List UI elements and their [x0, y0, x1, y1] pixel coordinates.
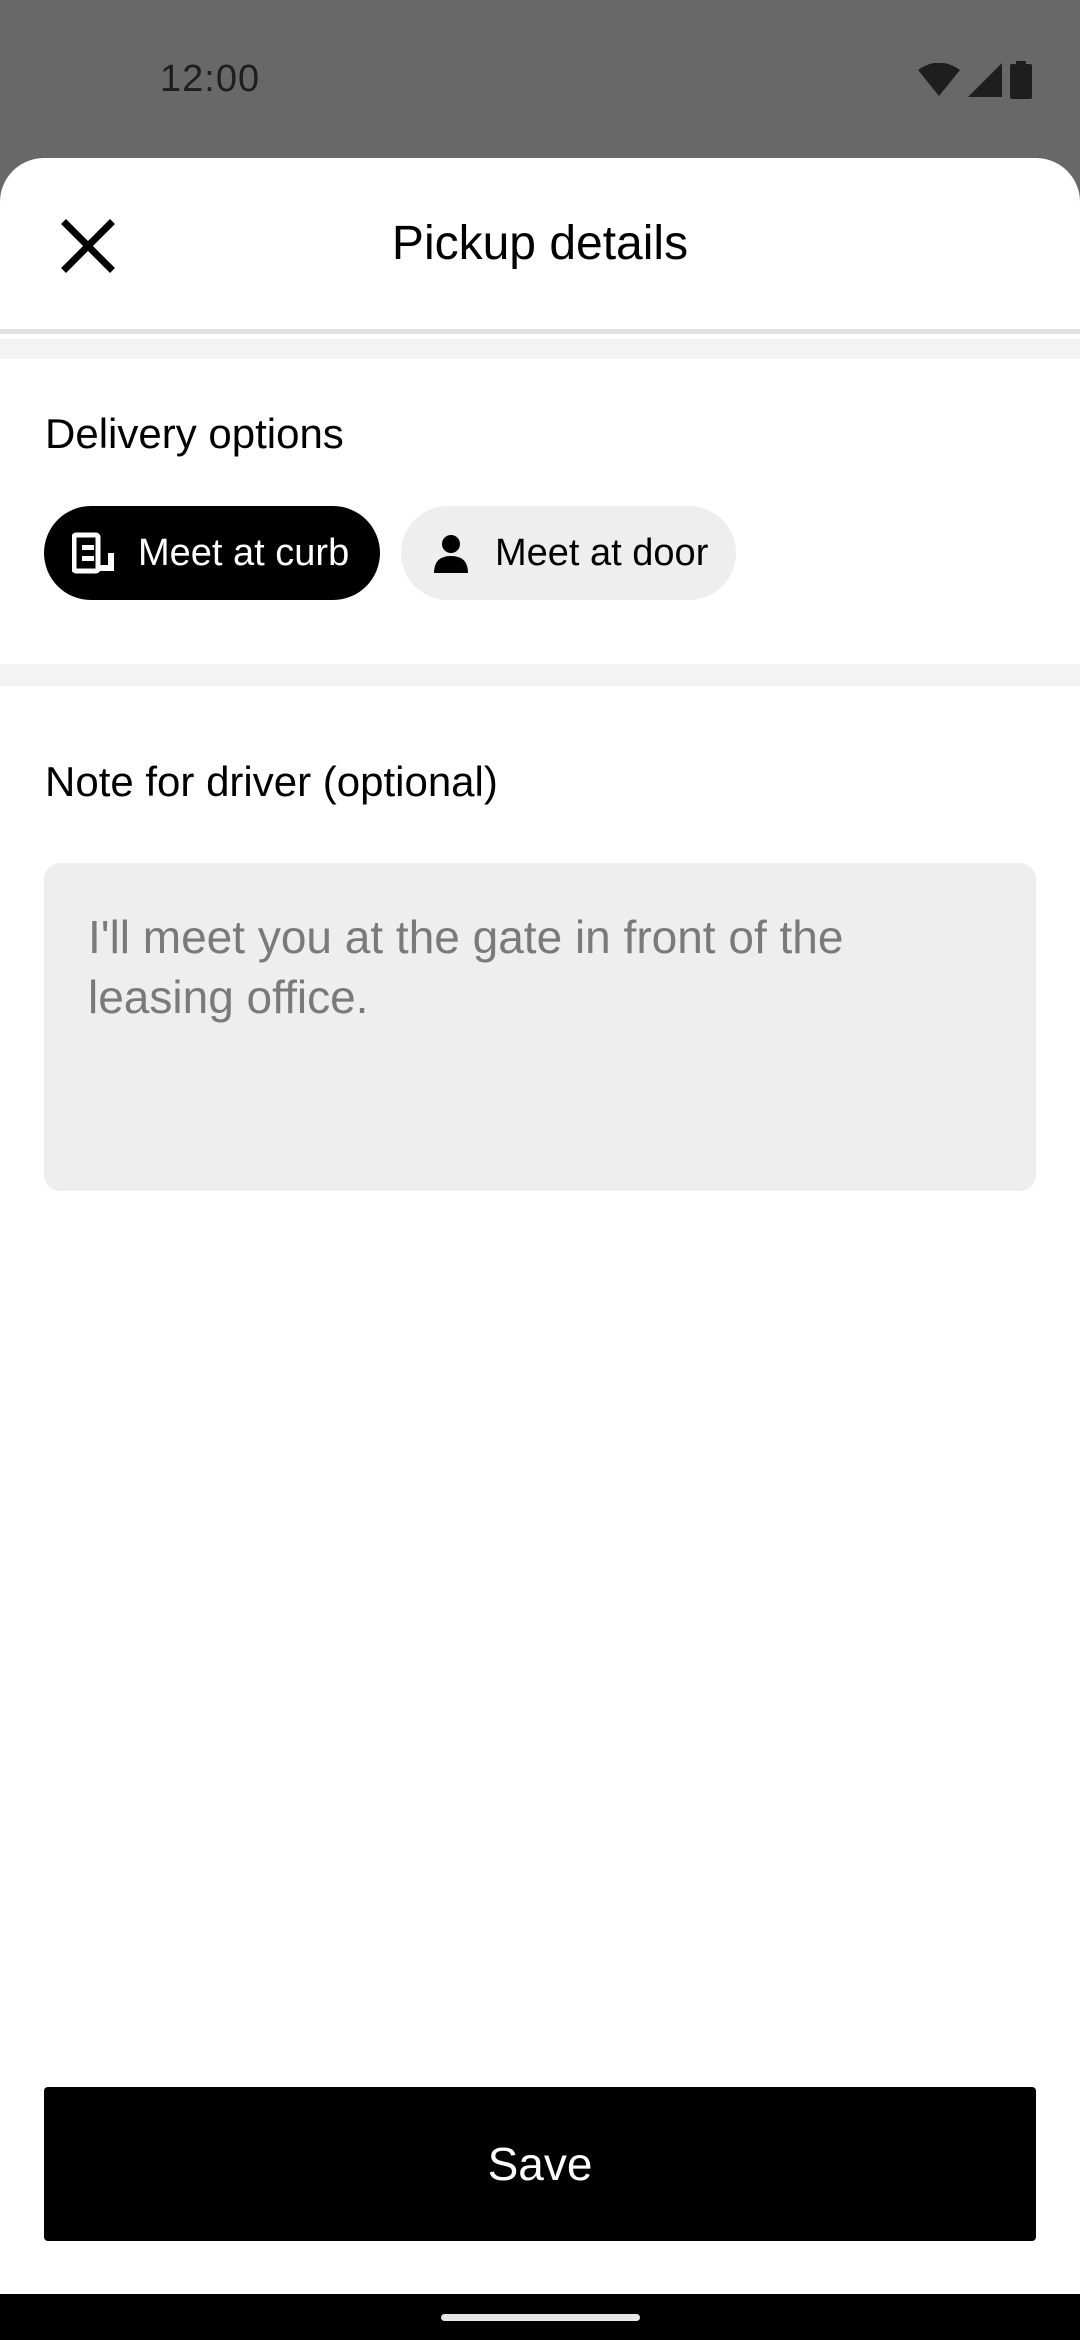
- wifi-icon: [918, 62, 960, 102]
- status-time: 12:00: [160, 58, 261, 100]
- status-icons: [918, 60, 1032, 104]
- meet-at-door-chip[interactable]: Meet at door: [401, 506, 736, 600]
- chip-label: Meet at curb: [138, 531, 350, 574]
- save-button[interactable]: Save: [44, 2087, 1036, 2241]
- sheet-header: Pickup details: [0, 158, 1080, 334]
- status-bar: 12:00: [0, 0, 1080, 158]
- meet-at-curb-chip[interactable]: Meet at curb: [44, 506, 380, 600]
- section-divider: [0, 339, 1080, 359]
- note-heading: Note for driver (optional): [45, 758, 498, 805]
- cellular-signal-icon: [968, 62, 1002, 102]
- chip-label: Meet at door: [495, 531, 709, 574]
- curb-icon: [70, 529, 118, 577]
- delivery-options-heading: Delivery options: [45, 410, 344, 457]
- battery-icon: [1010, 60, 1032, 104]
- pickup-details-sheet: Pickup details Delivery options Meet at …: [0, 158, 1080, 2294]
- home-gesture-handle[interactable]: [441, 2314, 640, 2321]
- driver-note-input[interactable]: [44, 863, 1036, 1191]
- page-title: Pickup details: [391, 217, 689, 270]
- person-icon: [427, 529, 475, 577]
- navigation-bar: [0, 2294, 1080, 2340]
- section-divider: [0, 664, 1080, 686]
